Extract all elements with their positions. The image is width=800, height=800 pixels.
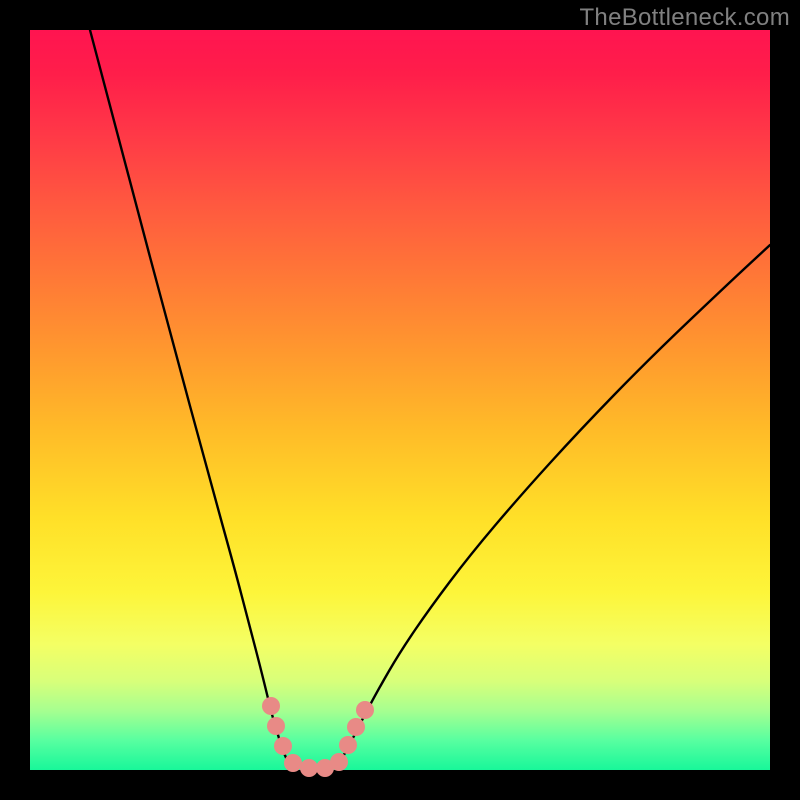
bead-marker <box>339 736 357 754</box>
bead-marker <box>356 701 374 719</box>
bead-marker <box>267 717 285 735</box>
bead-marker <box>274 737 292 755</box>
watermark-text: TheBottleneck.com <box>579 4 790 32</box>
curve-svg <box>30 30 770 770</box>
chart-frame: TheBottleneck.com <box>0 0 800 800</box>
bottleneck-left-curve <box>90 30 290 765</box>
bead-marker <box>284 754 302 772</box>
bottleneck-curves <box>90 30 770 768</box>
bead-marker <box>347 718 365 736</box>
plot-area <box>30 30 770 770</box>
bead-marker <box>330 753 348 771</box>
bead-marker <box>262 697 280 715</box>
bead-marker <box>300 759 318 777</box>
bottleneck-right-curve <box>338 245 770 765</box>
